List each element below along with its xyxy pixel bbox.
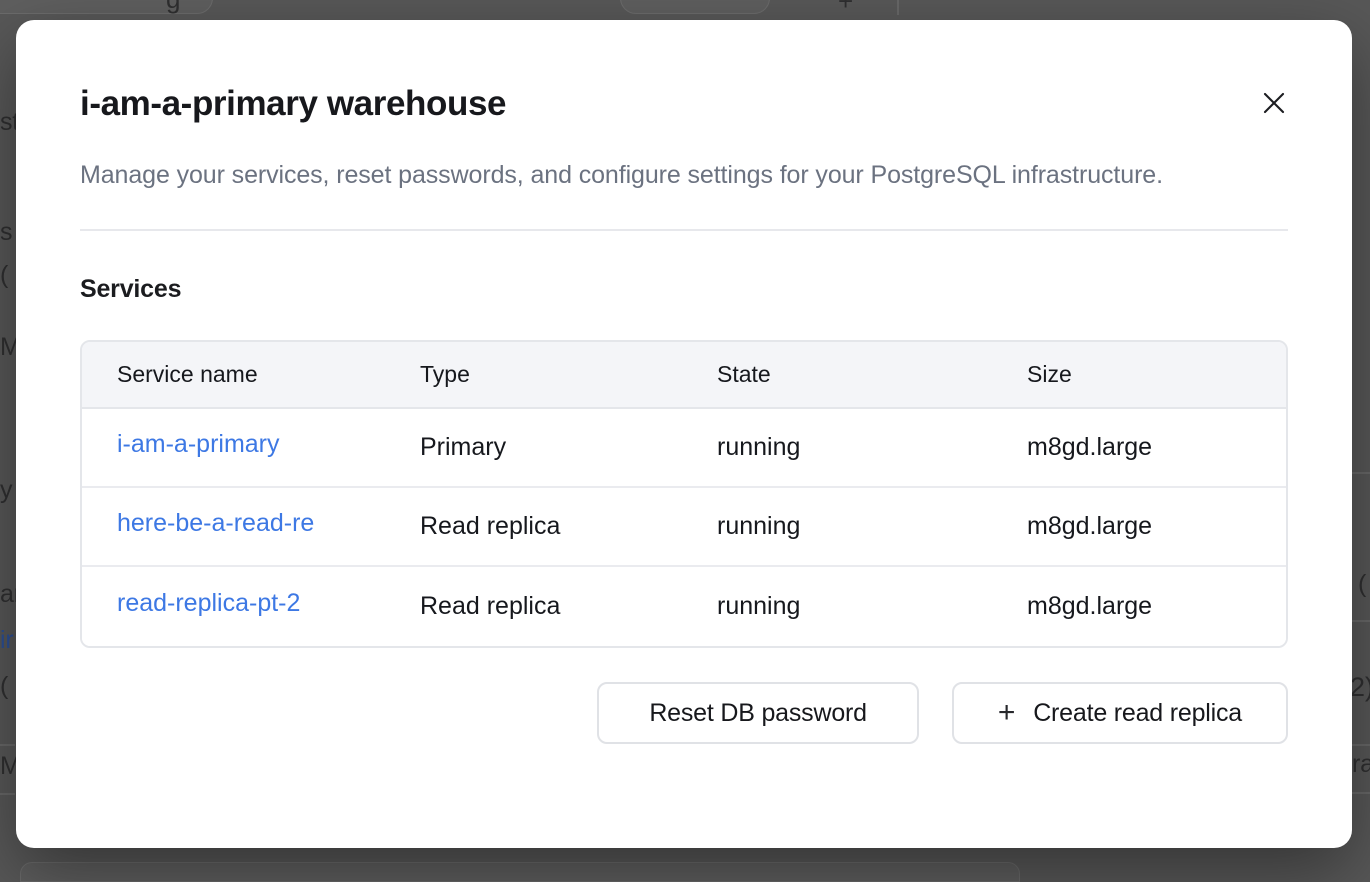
close-button[interactable] — [1254, 84, 1294, 124]
service-state: running — [717, 592, 1027, 621]
background-panel-bottom — [20, 862, 1020, 882]
plus-icon: + — [998, 698, 1015, 728]
background-row-line — [1352, 792, 1370, 794]
background-fragment: ra — [1352, 750, 1370, 779]
services-heading: Services — [80, 275, 1288, 304]
service-size: m8gd.large — [1027, 512, 1286, 541]
service-name-link[interactable]: i-am-a-primary — [117, 430, 280, 459]
warehouse-modal: i-am-a-primary warehouse Manage your ser… — [16, 20, 1352, 848]
services-table: Service name Type State Size i-am-a-prim… — [80, 340, 1288, 648]
reset-db-password-button[interactable]: Reset DB password — [597, 682, 919, 744]
modal-title: i-am-a-primary warehouse — [80, 82, 1288, 126]
background-pill-left — [0, 0, 213, 14]
background-row-line — [0, 744, 15, 746]
service-size: m8gd.large — [1027, 433, 1286, 462]
create-read-replica-label: Create read replica — [1033, 699, 1242, 728]
background-fragment: ( — [0, 261, 8, 290]
create-read-replica-button[interactable]: + Create read replica — [952, 682, 1288, 744]
service-state: running — [717, 512, 1027, 541]
service-size: m8gd.large — [1027, 592, 1286, 621]
table-row: i-am-a-primary Primary running m8gd.larg… — [82, 409, 1286, 488]
column-header-size: Size — [1027, 361, 1286, 388]
background-fragment: + — [838, 0, 853, 17]
background-row-line — [0, 793, 15, 795]
service-type: Primary — [420, 433, 717, 462]
background-fragment: s — [0, 218, 12, 247]
background-divider-line — [897, 0, 899, 15]
services-table-header: Service name Type State Size — [82, 342, 1286, 409]
table-row: here-be-a-read-re Read replica running m… — [82, 488, 1286, 567]
service-type: Read replica — [420, 592, 717, 621]
column-header-state: State — [717, 361, 1027, 388]
background-fragment: g — [166, 0, 180, 15]
background-fragment: ir — [0, 626, 13, 655]
column-header-type: Type — [420, 361, 717, 388]
table-row: read-replica-pt-2 Read replica running m… — [82, 567, 1286, 646]
service-name-link[interactable]: here-be-a-read-re — [117, 509, 314, 538]
service-state: running — [717, 433, 1027, 462]
background-row-line — [1352, 744, 1370, 746]
reset-db-password-label: Reset DB password — [649, 699, 867, 728]
background-row-line — [1352, 472, 1370, 474]
background-fragment: ( — [1358, 570, 1366, 599]
section-divider — [80, 229, 1288, 231]
modal-description: Manage your services, reset passwords, a… — [80, 154, 1230, 197]
background-fragment: ( — [0, 672, 8, 701]
background-pill-center — [620, 0, 770, 14]
close-icon — [1262, 91, 1286, 118]
background-row-line — [1352, 620, 1370, 622]
background-fragment: y — [0, 476, 12, 505]
column-header-service-name: Service name — [117, 361, 420, 388]
background-fragment: 2) — [1350, 672, 1370, 703]
service-name-link[interactable]: read-replica-pt-2 — [117, 589, 300, 618]
modal-actions: Reset DB password + Create read replica — [80, 682, 1288, 744]
service-type: Read replica — [420, 512, 717, 541]
